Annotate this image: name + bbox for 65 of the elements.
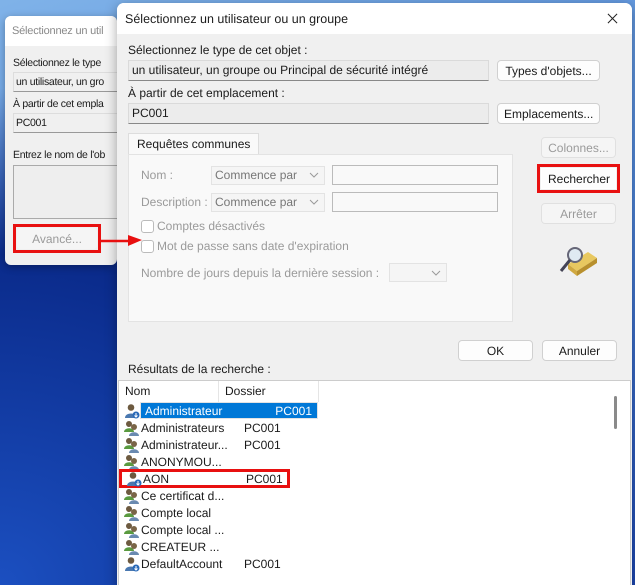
table-cell-text: Ce certificat d... — [140, 488, 226, 502]
dialog-button[interactable]: Annuler — [542, 340, 617, 361]
window-title: Sélectionnez un utilisateur ou un groupe — [125, 12, 348, 26]
location-field: PC001 — [128, 103, 489, 124]
user-icon — [124, 556, 140, 572]
table-cell-text: AON — [142, 472, 170, 486]
side-button[interactable]: Rechercher — [541, 168, 616, 189]
result-row[interactable]: Administrateur... PC001 — [140, 436, 318, 453]
field-label: Sélectionnez le type — [13, 57, 101, 69]
results-label: Résultats de la recherche : — [128, 362, 271, 376]
users-group-icon — [124, 420, 140, 436]
field-label: À partir de cet emplacement : — [128, 86, 285, 100]
checkbox-label: Comptes désactivés — [157, 219, 266, 233]
close-icon[interactable] — [607, 13, 618, 24]
text-input[interactable] — [332, 165, 498, 185]
days-dropdown[interactable] — [389, 263, 448, 282]
result-row[interactable]: Administrateur PC001 — [140, 402, 318, 419]
users-group-icon — [124, 454, 140, 470]
result-row[interactable]: Ce certificat d... — [140, 487, 318, 504]
users-group-icon — [124, 504, 140, 520]
table-cell-text: DefaultAccount — [140, 556, 224, 570]
user-icon — [124, 402, 140, 418]
table-cell-text: Administrateur — [144, 404, 224, 418]
text-input[interactable] — [332, 192, 498, 212]
field-label: Description : — [141, 195, 209, 209]
table-cell: PC001 — [244, 420, 281, 434]
table-cell-text: ANONYMOU... — [140, 454, 223, 468]
chevron-down-icon — [309, 199, 319, 205]
result-row[interactable]: Compte local — [140, 504, 318, 521]
object-type-field: un utilisateur, un groupe ou Principal de sécurité intégré — [128, 60, 489, 81]
magnifier-on-box-icon — [558, 244, 598, 278]
chevron-down-icon — [431, 270, 442, 276]
object-types-button[interactable]: Types d'objets... — [497, 60, 600, 81]
table-cell-text: Administrateur... — [140, 438, 229, 452]
dialog-button[interactable]: OK — [458, 340, 533, 361]
users-group-icon — [124, 522, 140, 538]
table-cell-text: Compte local — [140, 506, 212, 520]
users-group-icon — [124, 538, 140, 554]
table-cell-text: Administrateurs — [140, 420, 226, 434]
table-cell: PC001 — [244, 438, 281, 452]
result-row[interactable]: ANONYMOU... — [140, 453, 318, 470]
field-label: Nombre de jours depuis la dernière session : — [141, 266, 380, 280]
users-group-icon — [124, 488, 140, 504]
locations-button[interactable]: Emplacements... — [497, 103, 600, 124]
field-label: Sélectionnez le type de cet objet : — [128, 43, 308, 57]
window-title: Sélectionnez un util — [5, 16, 117, 46]
field-label: À partir de cet empla — [13, 98, 104, 110]
field-label: Nom : — [141, 168, 174, 182]
result-row[interactable]: Administrateurs PC001 — [140, 419, 318, 436]
table-cell-text: CREATEUR ... — [140, 540, 220, 554]
tab[interactable]: Requêtes communes — [128, 133, 260, 154]
checkbox-label: Mot de passe sans date d'expiration — [157, 239, 349, 253]
result-row[interactable]: DefaultAccount PC001 — [140, 555, 318, 572]
scrollbar-thumb[interactable] — [614, 396, 617, 429]
table-cell: PC001 — [275, 404, 312, 418]
table-cell-text: Compte local ... — [140, 522, 226, 536]
result-row[interactable]: CREATEUR ... — [140, 538, 318, 555]
chevron-down-icon — [309, 172, 319, 178]
user-icon — [126, 470, 142, 486]
result-row[interactable]: AON PC001 — [142, 470, 283, 487]
table-cell: PC001 — [246, 472, 283, 486]
result-row[interactable]: Compte local ... — [140, 521, 318, 538]
field-label: Entrez le nom de l'ob — [13, 149, 106, 161]
users-group-icon — [124, 436, 140, 452]
table-cell: PC001 — [244, 556, 281, 570]
